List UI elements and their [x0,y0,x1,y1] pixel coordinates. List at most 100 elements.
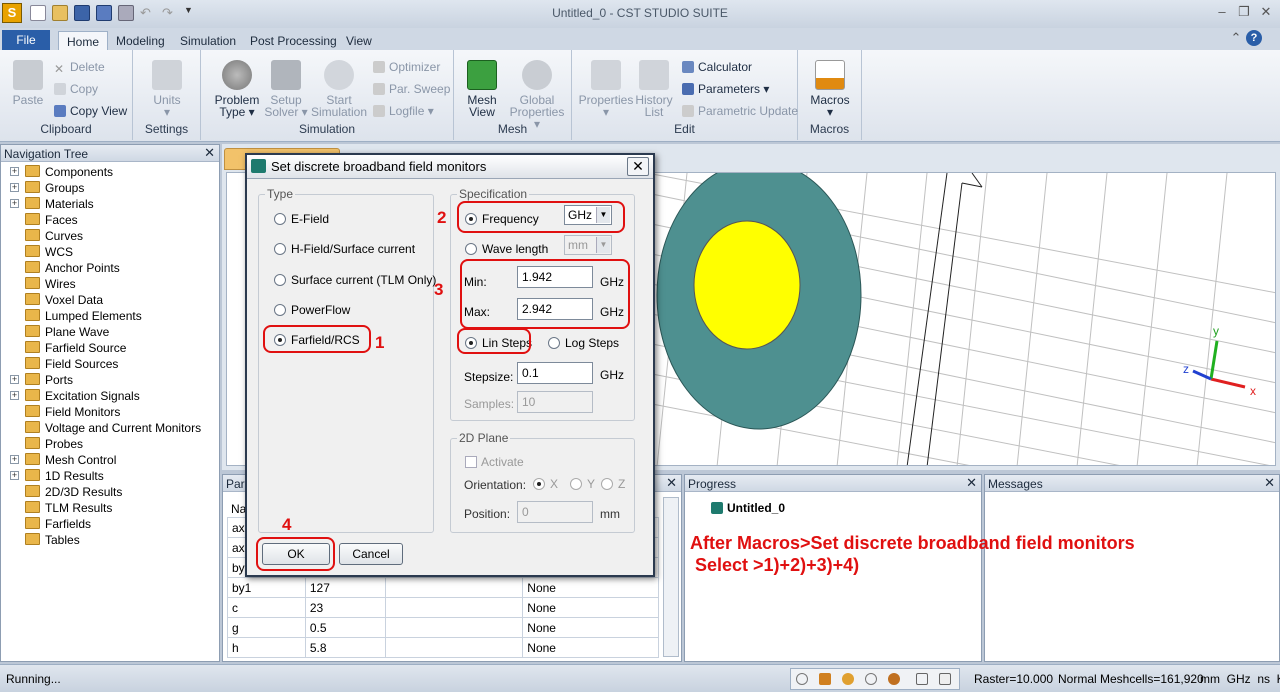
radio-powerflow[interactable]: PowerFlow [274,303,350,317]
help-icon[interactable]: ? [1246,30,1262,46]
expand-icon[interactable]: + [10,455,19,464]
close-progress-icon[interactable]: ✕ [966,475,977,491]
tree-item[interactable]: Field Monitors [1,404,219,420]
tree-item[interactable]: Probes [1,436,219,452]
tree-item[interactable]: +1D Results [1,468,219,484]
reset-view-icon[interactable] [888,673,900,685]
properties-button[interactable]: Properties ▾ [578,60,634,118]
tree-item[interactable]: + Ports [1,372,219,388]
minimize-icon[interactable]: – [1212,4,1232,22]
patch-disk[interactable] [693,220,801,350]
radio-e-field[interactable]: E-Field [274,212,329,226]
close-panel-icon[interactable]: ✕ [204,145,215,161]
close-params-icon[interactable]: ✕ [666,475,677,491]
tree-item[interactable]: + Materials [1,196,219,212]
tree-item[interactable]: Lumped Elements [1,308,219,324]
radio-surface-current[interactable]: Surface current (TLM Only) [274,273,436,287]
zoom-area-icon[interactable] [865,673,877,685]
tab-simulation[interactable]: Simulation [172,31,244,50]
close-window-icon[interactable]: ✕ [1256,4,1276,22]
wavelength-unit-select[interactable]: mm ▼ [564,235,612,255]
logfile-button[interactable]: Logfile ▾ [373,104,434,118]
activate-checkbox[interactable]: Activate [465,455,524,469]
paste-button[interactable]: Paste [8,60,48,106]
tree-item[interactable]: Farfields [1,516,219,532]
history-list-button[interactable]: History List [632,60,676,118]
radio-wavelength[interactable]: Wave length [465,242,548,256]
copy-button[interactable]: Copy [54,82,98,96]
par-sweep-button[interactable]: Par. Sweep [373,82,450,96]
tree-item[interactable]: 2D/3D Results [1,484,219,500]
optimizer-button[interactable]: Optimizer [373,60,440,74]
stepsize-input[interactable]: 0.1 [517,362,593,384]
radio-h-field[interactable]: H-Field/Surface current [274,242,415,256]
param-name-cell: c [227,597,306,618]
pan-icon[interactable] [819,673,831,685]
tree-item[interactable]: Farfield Source [1,340,219,356]
table-row[interactable]: by1 127 None [227,577,659,598]
radio-orient-x[interactable]: X [533,477,558,491]
tree-item[interactable]: + Excitation Signals [1,388,219,404]
position-input[interactable]: 0 [517,501,593,523]
radio-orient-y[interactable]: Y [570,477,595,491]
dialog-close-icon[interactable]: ✕ [627,157,649,176]
tree-item[interactable]: Field Sources [1,356,219,372]
tree-item[interactable]: Voltage and Current Monitors [1,420,219,436]
table-row[interactable]: c 23 None [227,597,659,618]
radio-log-steps[interactable]: Log Steps [548,336,619,350]
collapse-ribbon-icon[interactable]: ⌃ [1226,30,1246,48]
folder-icon [25,405,40,417]
global-properties-button[interactable]: Global Properties ▾ [506,60,568,130]
expand-icon[interactable]: + [10,375,19,384]
tree-item[interactable]: Faces [1,212,219,228]
copy-view-button[interactable]: Copy View [54,104,127,118]
tree-item[interactable]: + Mesh Control [1,452,219,468]
tab-home[interactable]: Home [58,31,109,50]
close-messages-icon[interactable]: ✕ [1264,475,1275,491]
fit-view-icon[interactable] [916,673,928,685]
tree-item[interactable]: + Groups [1,180,219,196]
axis-triad: x y z [1183,324,1256,398]
tree-item[interactable]: + Components [1,164,219,180]
expand-icon[interactable]: + [10,391,19,400]
chevron-down-icon: ▼ [596,237,610,253]
samples-input[interactable]: 10 [517,391,593,413]
tab-modeling[interactable]: Modeling [108,31,173,50]
params-scrollbar[interactable] [663,497,679,657]
progress-item[interactable]: Untitled_0 [711,501,785,515]
tab-post-processing[interactable]: Post Processing [242,31,345,50]
mesh-view-button[interactable]: Mesh View [462,60,502,118]
expand-icon[interactable]: + [10,183,19,192]
rotate-icon[interactable] [842,673,854,685]
expand-icon[interactable]: + [10,167,19,176]
table-row[interactable]: h 5.8 None [227,637,659,658]
tree-item[interactable]: Tables [1,532,219,548]
file-tab[interactable]: File [2,30,50,50]
tree-item[interactable]: Voxel Data [1,292,219,308]
folder-icon [25,341,40,353]
view-cube-icon[interactable] [939,673,951,685]
tree-item[interactable]: TLM Results [1,500,219,516]
zoom-icon[interactable] [796,673,808,685]
tree-item[interactable]: Curves [1,228,219,244]
tree-item[interactable]: WCS [1,244,219,260]
table-row[interactable]: g 0.5 None [227,617,659,638]
radio-orient-z[interactable]: Z [601,477,625,491]
setup-solver-button[interactable]: Setup Solver ▾ [263,60,309,118]
tab-view[interactable]: View [338,31,380,50]
cancel-button[interactable]: Cancel [339,543,403,565]
restore-icon[interactable]: ❐ [1234,4,1254,22]
units-button[interactable]: Units ▾ [145,60,189,118]
tree-item[interactable]: Wires [1,276,219,292]
tree-item[interactable]: Plane Wave [1,324,219,340]
macros-button[interactable]: Macros ▾ [806,60,854,118]
expand-icon[interactable]: + [10,199,19,208]
tree-item[interactable]: Anchor Points [1,260,219,276]
calculator-button[interactable]: Calculator [682,60,752,74]
expand-icon[interactable]: + [10,471,19,480]
problem-type-button[interactable]: Problem Type ▾ [209,60,265,118]
start-simulation-button[interactable]: Start Simulation [311,60,367,118]
parametric-update-button[interactable]: Parametric Update [682,104,798,118]
delete-button[interactable]: ✕ Delete [54,60,105,76]
parameters-button[interactable]: Parameters ▾ [682,82,769,96]
